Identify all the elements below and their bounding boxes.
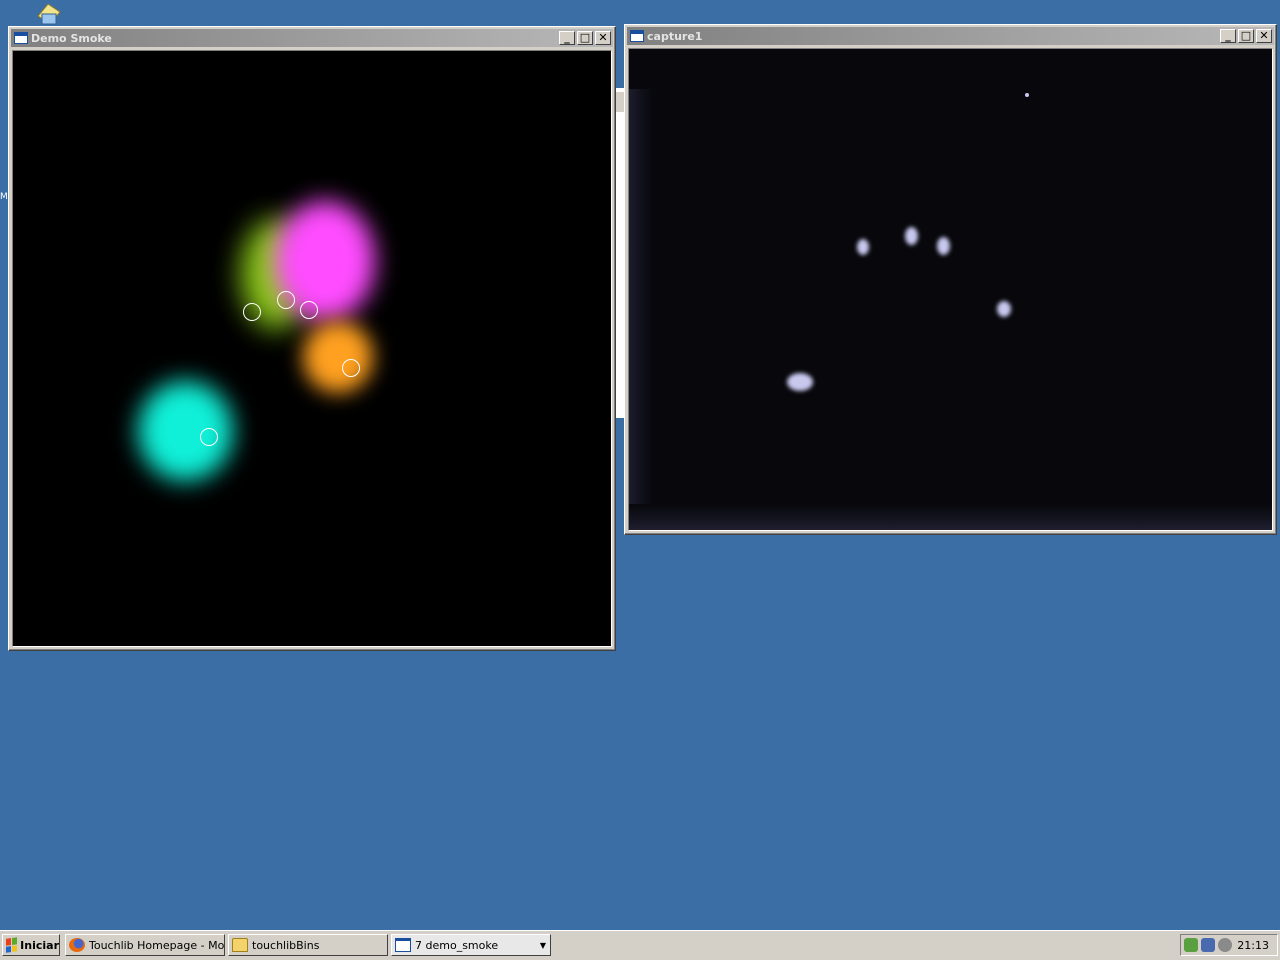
- monitor-icon[interactable]: [1201, 938, 1215, 952]
- minimize-button[interactable]: _: [559, 31, 575, 45]
- demo-smoke-titlebar[interactable]: Demo Smoke _ □ ✕: [11, 29, 613, 47]
- app-window-icon: [630, 30, 644, 42]
- maximize-button[interactable]: □: [1238, 29, 1254, 43]
- capture-titlebar[interactable]: capture1 _ □ ✕: [627, 27, 1274, 45]
- taskbar-item-label: touchlibBins: [252, 938, 320, 952]
- taskbar-item-label: Touchlib Homepage - Mo...: [89, 938, 225, 952]
- app-window-icon: [395, 938, 411, 952]
- network-icon[interactable]: [1184, 938, 1198, 952]
- camera-bottom-edge-glow: [629, 504, 1272, 530]
- minimize-button[interactable]: _: [1220, 29, 1236, 43]
- maximize-button[interactable]: □: [577, 31, 593, 45]
- app-window-icon: [14, 32, 28, 44]
- finger-blob: [857, 239, 869, 255]
- taskbar-item-folder[interactable]: touchlibBins: [228, 934, 388, 956]
- taskbar-item-browser[interactable]: Touchlib Homepage - Mo...: [65, 934, 225, 956]
- window-title: Demo Smoke: [31, 31, 112, 45]
- capture-window: capture1 _ □ ✕: [624, 24, 1277, 535]
- touch-point-marker: [342, 359, 360, 377]
- windows-logo-icon: [6, 937, 18, 953]
- finger-blob: [905, 227, 918, 245]
- finger-blob: [997, 301, 1011, 317]
- touch-point-marker: [300, 301, 318, 319]
- clock[interactable]: 21:13: [1237, 939, 1269, 952]
- system-tray: 21:13: [1180, 934, 1278, 956]
- smoke-orange: [303, 321, 373, 393]
- desktop-shortcut-icon[interactable]: [34, 2, 62, 26]
- scrollbar-thumb[interactable]: [616, 92, 624, 112]
- taskbar-item-demo-group[interactable]: 7 demo_smoke ▼: [391, 934, 551, 956]
- finger-blob: [937, 237, 950, 255]
- camera-left-edge-glow: [629, 89, 653, 519]
- taskbar: Iniciar Touchlib Homepage - Mo... touchl…: [0, 930, 1280, 960]
- smoke-canvas[interactable]: [12, 50, 612, 647]
- chevron-down-icon: ▼: [539, 941, 546, 950]
- window-title: capture1: [647, 29, 703, 43]
- start-button[interactable]: Iniciar: [2, 934, 60, 956]
- touch-point-marker: [200, 428, 218, 446]
- demo-smoke-window: Demo Smoke _ □ ✕: [8, 26, 616, 651]
- touch-point-marker: [277, 291, 295, 309]
- touch-point-marker: [243, 303, 261, 321]
- close-button[interactable]: ✕: [1256, 29, 1272, 43]
- noise-speck: [1025, 93, 1029, 97]
- finger-blob: [787, 373, 813, 391]
- folder-icon: [232, 938, 248, 952]
- smoke-cyan: [138, 381, 233, 481]
- camera-feed: [628, 48, 1273, 531]
- volume-icon[interactable]: [1218, 938, 1232, 952]
- firefox-icon: [69, 938, 85, 952]
- close-button[interactable]: ✕: [595, 31, 611, 45]
- start-label: Iniciar: [20, 938, 59, 952]
- desktop-edge-label: M: [0, 192, 8, 202]
- taskbar-item-label: 7 demo_smoke: [415, 938, 499, 952]
